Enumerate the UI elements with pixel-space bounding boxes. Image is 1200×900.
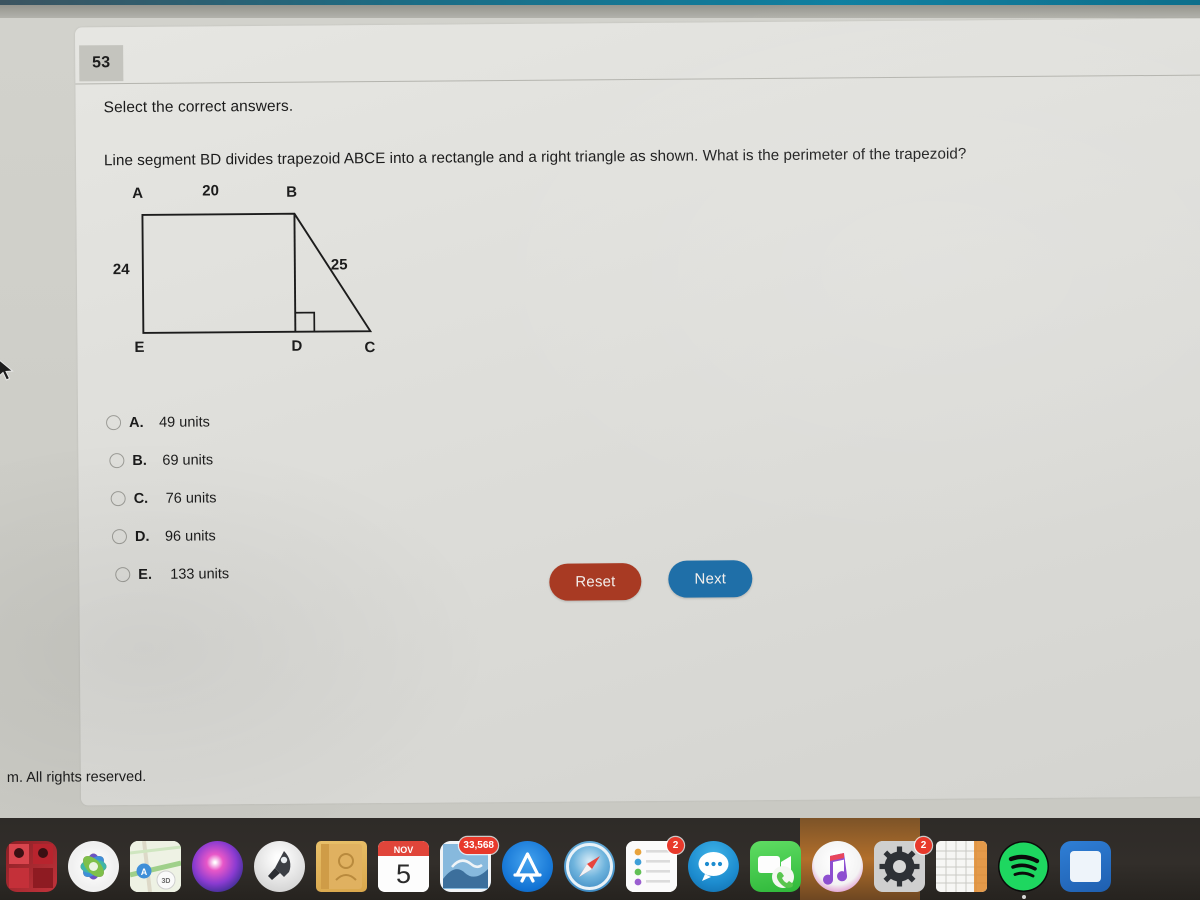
option-letter: E.	[138, 566, 153, 583]
instruction-text: Select the correct answers.	[103, 97, 294, 117]
dock-item-blue-app[interactable]	[1058, 839, 1113, 894]
next-button[interactable]: Next	[668, 560, 753, 598]
screen-surface: 53 Select the correct answers. Line segm…	[0, 18, 1200, 818]
svg-text:3D: 3D	[162, 878, 171, 885]
system-preferences-badge: 2	[915, 837, 932, 854]
option-text: 133 units	[170, 566, 230, 583]
side-length-hypotenuse: 25	[330, 256, 348, 274]
blue-app-icon	[1060, 841, 1111, 892]
radio-button-e[interactable]	[115, 567, 131, 583]
svg-text:A: A	[141, 867, 148, 877]
dock-item-reminders[interactable]: 2	[624, 837, 684, 894]
running-indicator	[1021, 895, 1026, 899]
question-prompt: Line segment BD divides trapezoid ABCE i…	[103, 145, 967, 170]
radio-button-d[interactable]	[111, 529, 128, 545]
option-letter: B.	[132, 452, 147, 469]
reminders-badge: 2	[667, 837, 684, 854]
dock-item-siri[interactable]	[190, 839, 245, 894]
contacts-icon	[316, 841, 367, 892]
radio-button-c[interactable]	[110, 491, 126, 507]
dock-item-messages[interactable]	[686, 839, 741, 894]
header-divider	[75, 74, 1200, 85]
dock-item-mail[interactable]: 33,568	[438, 837, 498, 894]
spotify-icon	[998, 841, 1049, 892]
dock-item-safari[interactable]	[562, 839, 617, 894]
side-length-left: 24	[112, 260, 130, 278]
question-number-tab[interactable]: 53	[79, 45, 124, 82]
vertex-label-a: A	[132, 184, 144, 202]
macos-dock: A 3D NOV 5 33,568 2 2	[0, 818, 1200, 900]
mouse-cursor	[0, 360, 14, 381]
app-store-icon	[502, 841, 553, 892]
option-letter: D.	[134, 528, 150, 545]
dock-item-itunes[interactable]	[810, 839, 865, 894]
dock-item-app-store[interactable]	[500, 839, 555, 894]
messages-icon	[688, 841, 739, 892]
itunes-icon	[812, 841, 863, 892]
dock-item-maps[interactable]: A 3D	[128, 839, 183, 894]
dock-item-launchpad[interactable]	[252, 839, 307, 894]
facetime-icon	[750, 841, 801, 892]
photo-booth-icon	[6, 841, 57, 892]
vertex-label-e: E	[134, 338, 145, 356]
reset-button[interactable]: Reset	[549, 563, 642, 601]
safari-icon	[564, 841, 615, 892]
siri-icon	[192, 841, 243, 892]
dock-item-numbers[interactable]	[934, 839, 989, 894]
maps-icon: A 3D	[130, 841, 181, 892]
dock-item-spotify[interactable]	[996, 839, 1051, 899]
action-buttons: Reset Next	[549, 560, 753, 601]
option-text: 96 units	[164, 528, 216, 545]
right-angle-mark	[295, 311, 316, 332]
numbers-icon	[936, 841, 987, 892]
mail-badge: 33,568	[459, 837, 498, 854]
question-number: 53	[91, 54, 111, 72]
trapezoid-figure: A 20 B 24 25 E D C	[104, 181, 406, 388]
option-text: 69 units	[162, 452, 214, 469]
trapezoid-svg	[141, 212, 373, 334]
photographed-screen: 53 Select the correct answers. Line segm…	[0, 0, 1200, 900]
radio-button-b[interactable]	[109, 453, 125, 469]
vertex-label-c: C	[364, 338, 376, 356]
segment-bd	[293, 213, 297, 332]
calendar-day: 5	[396, 859, 411, 889]
dock-item-photo-booth[interactable]	[4, 839, 59, 894]
calendar-month: NOV	[394, 845, 414, 855]
dock-item-calendar[interactable]: NOV 5	[376, 839, 431, 894]
option-text: 49 units	[159, 414, 210, 431]
copyright-text: m. All rights reserved.	[6, 768, 147, 787]
calendar-icon: NOV 5	[378, 841, 429, 892]
option-letter: C.	[133, 490, 149, 507]
dock-item-contacts[interactable]	[314, 839, 369, 894]
vertex-label-d: D	[291, 337, 303, 355]
question-page: 53 Select the correct answers. Line segm…	[7, 18, 1200, 806]
vertex-label-b: B	[286, 183, 298, 201]
side-length-top: 20	[202, 182, 220, 200]
launchpad-icon	[254, 841, 305, 892]
dock-item-photos[interactable]	[66, 839, 121, 894]
option-text: 76 units	[165, 490, 217, 507]
dock-item-system-preferences[interactable]: 2	[872, 837, 932, 894]
dock-item-facetime[interactable]	[748, 839, 803, 894]
radio-button-a[interactable]	[106, 415, 122, 431]
question-content: Select the correct answers. Line segment…	[104, 91, 1168, 594]
photos-icon	[68, 841, 119, 892]
option-letter: A.	[129, 414, 144, 431]
